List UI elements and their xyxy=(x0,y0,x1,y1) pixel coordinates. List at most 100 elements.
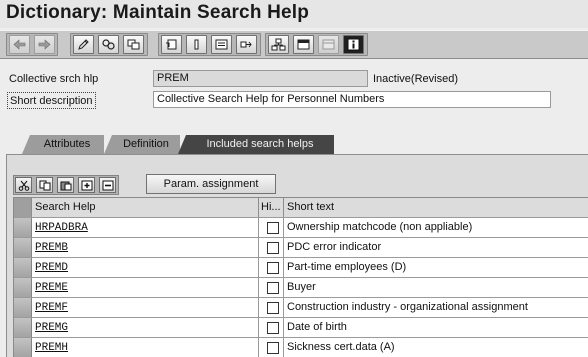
hidden-cell xyxy=(259,318,284,337)
info-icon xyxy=(347,38,360,51)
column-header-search-help[interactable]: Search Help xyxy=(32,198,259,217)
hierarchy-button[interactable] xyxy=(268,35,289,54)
active-inactive-icon xyxy=(102,39,115,50)
copy-icon xyxy=(39,180,50,190)
test-icon xyxy=(215,39,228,50)
row-selector[interactable] xyxy=(14,318,32,337)
forward-icon xyxy=(38,39,51,50)
table-row: PREMH Sickness cert.data (A) xyxy=(14,338,588,357)
display-change-icon xyxy=(78,39,89,50)
param-assignment-button[interactable]: Param. assignment xyxy=(146,174,276,194)
hidden-cell xyxy=(259,258,284,277)
object-list-button[interactable] xyxy=(293,35,314,54)
check-button[interactable] xyxy=(161,35,182,54)
short-text-cell: Sickness cert.data (A) xyxy=(284,338,588,357)
edit-group xyxy=(70,33,148,56)
hidden-checkbox[interactable] xyxy=(267,342,279,354)
table-row: PREMD Part-time employees (D) xyxy=(14,258,588,278)
tab-included-search-helps[interactable]: Included search helps xyxy=(178,135,334,154)
collective-search-help-label: Collective srch hlp xyxy=(9,73,99,85)
search-help-link[interactable]: PREMH xyxy=(35,342,68,354)
table-toolbar xyxy=(13,175,119,195)
display-object-list-icon xyxy=(297,39,310,50)
delete-row-button[interactable] xyxy=(99,177,116,193)
row-selector[interactable] xyxy=(14,238,32,257)
application-toolbar xyxy=(0,30,588,59)
table-row: PREMG Date of birth xyxy=(14,318,588,338)
row-selector[interactable] xyxy=(14,258,32,277)
title-bar: Dictionary: Maintain Search Help xyxy=(0,0,588,28)
active-inactive-button[interactable] xyxy=(98,35,119,54)
hidden-checkbox[interactable] xyxy=(267,262,279,274)
insert-row-icon xyxy=(81,180,92,190)
row-selector[interactable] xyxy=(14,218,32,237)
hidden-cell xyxy=(259,338,284,357)
delete-row-icon xyxy=(102,180,113,190)
test-button[interactable] xyxy=(211,35,232,54)
paste-button[interactable] xyxy=(57,177,74,193)
search-help-link[interactable]: PREMD xyxy=(35,262,68,274)
short-text-cell: PDC error indicator xyxy=(284,238,588,257)
search-help-cell: PREMF xyxy=(32,298,259,317)
search-help-cell: PREMB xyxy=(32,238,259,257)
short-text-cell: Construction industry - organizational a… xyxy=(284,298,588,317)
select-all-cell[interactable] xyxy=(14,198,32,217)
paste-icon xyxy=(60,181,71,190)
hidden-checkbox[interactable] xyxy=(267,302,279,314)
search-help-cell: PREME xyxy=(32,278,259,297)
row-selector[interactable] xyxy=(14,298,32,317)
hierarchy-icon xyxy=(271,38,286,51)
hidden-checkbox[interactable] xyxy=(267,282,279,294)
object-group xyxy=(158,33,261,56)
where-used-icon xyxy=(240,41,252,48)
navigation-window-button[interactable] xyxy=(318,35,339,54)
search-help-link[interactable]: PREMB xyxy=(35,242,68,254)
collective-search-help-field[interactable]: PREM xyxy=(153,70,368,87)
included-search-helps-table: Search Help Hi... Short text HRPADBRA Ow… xyxy=(13,197,588,357)
utilities-group xyxy=(265,33,368,56)
column-header-hidden[interactable]: Hi... xyxy=(259,198,284,217)
forward-button[interactable] xyxy=(34,35,55,54)
search-help-cell: PREMD xyxy=(32,258,259,277)
navigation-group xyxy=(6,33,58,56)
info-button[interactable] xyxy=(343,35,364,54)
short-description-field[interactable]: Collective Search Help for Personnel Num… xyxy=(153,91,551,108)
page-title: Dictionary: Maintain Search Help xyxy=(6,2,310,23)
short-text-cell: Buyer xyxy=(284,278,588,297)
tab-attributes[interactable]: Attributes xyxy=(22,135,104,154)
search-help-link[interactable]: PREMG xyxy=(35,322,68,334)
cut-icon xyxy=(18,180,29,191)
copy-button[interactable] xyxy=(36,177,53,193)
navigation-window-icon xyxy=(322,39,335,50)
search-help-link[interactable]: PREME xyxy=(35,282,68,294)
display-change-button[interactable] xyxy=(73,35,94,54)
search-help-cell: PREMG xyxy=(32,318,259,337)
activate-button[interactable] xyxy=(186,35,207,54)
row-selector[interactable] xyxy=(14,278,32,297)
activate-icon xyxy=(194,39,199,50)
table-row: PREMF Construction industry - organizati… xyxy=(14,298,588,318)
search-help-link[interactable]: HRPADBRA xyxy=(35,222,88,234)
where-used-button[interactable] xyxy=(236,35,257,54)
back-button[interactable] xyxy=(9,35,30,54)
search-help-link[interactable]: PREMF xyxy=(35,302,68,314)
column-header-short-text[interactable]: Short text xyxy=(284,198,588,217)
hidden-checkbox[interactable] xyxy=(267,242,279,254)
table-header-row: Search Help Hi... Short text xyxy=(14,198,588,218)
hidden-cell xyxy=(259,218,284,237)
hidden-checkbox[interactable] xyxy=(267,222,279,234)
cut-button[interactable] xyxy=(15,177,32,193)
short-description-label: Short description xyxy=(7,92,96,109)
short-text-cell: Date of birth xyxy=(284,318,588,337)
table-row: PREMB PDC error indicator xyxy=(14,238,588,258)
back-icon xyxy=(13,39,26,50)
table-row: PREME Buyer xyxy=(14,278,588,298)
hidden-checkbox[interactable] xyxy=(267,322,279,334)
check-icon xyxy=(166,39,177,50)
status-text: Inactive(Revised) xyxy=(373,73,458,85)
row-selector[interactable] xyxy=(14,338,32,357)
hidden-cell xyxy=(259,278,284,297)
insert-row-button[interactable] xyxy=(78,177,95,193)
other-object-button[interactable] xyxy=(123,35,144,54)
tab-definition[interactable]: Definition xyxy=(104,135,180,154)
